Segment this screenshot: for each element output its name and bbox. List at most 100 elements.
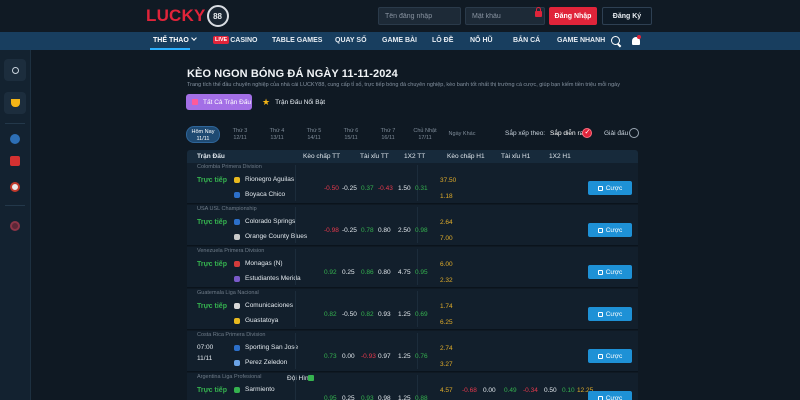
h1-odds-top[interactable]: 37.50: [440, 177, 456, 184]
nav-item-fishing[interactable]: BẮN CÁ: [513, 32, 540, 50]
date-pill[interactable]: Thứ 5 14/11: [297, 126, 331, 143]
bet-icon: [597, 395, 603, 400]
ft-1x2-odds[interactable]: 0.95: [415, 269, 428, 276]
bet-button[interactable]: Cược: [588, 265, 632, 279]
ft-handicap-value[interactable]: -0.98: [324, 227, 339, 234]
date-pill[interactable]: Thứ 4 13/11: [260, 126, 294, 143]
date-pill-today[interactable]: Hôm Nay 11/11: [186, 126, 220, 143]
nav-item-card-games[interactable]: GAME BÀI: [382, 32, 417, 50]
ft-handicap-value[interactable]: 0.73: [324, 353, 337, 360]
bet-button[interactable]: Cược: [588, 349, 632, 363]
sidebar-league-4[interactable]: [4, 215, 26, 237]
home-team[interactable]: Sporting San Jose: [245, 344, 298, 351]
ft-1x2-odds[interactable]: 0.69: [415, 311, 428, 318]
h1-odds-top[interactable]: 1.74: [440, 303, 453, 310]
ft-handicap-value[interactable]: -0.50: [324, 185, 339, 192]
away-team[interactable]: Orange County Blues: [245, 233, 307, 240]
date-pill[interactable]: Thứ 3 12/11: [223, 126, 257, 143]
sort-league-radio[interactable]: [629, 128, 639, 138]
nav-item-lottery[interactable]: QUAY SỐ: [335, 32, 367, 50]
sidebar-league-2[interactable]: [4, 150, 26, 172]
h1-odds-bottom[interactable]: 1.18: [440, 193, 453, 200]
sidebar-league-3[interactable]: [4, 176, 26, 198]
nav-item-table-games[interactable]: TABLE GAMES: [272, 32, 322, 50]
h1-odds-top[interactable]: 4.57: [440, 387, 453, 394]
login-button[interactable]: Đăng Nhập: [549, 7, 597, 25]
ft-over-under-value[interactable]: 0.93: [361, 395, 374, 400]
ft-1x2-odds[interactable]: 0.98: [415, 227, 428, 234]
away-team[interactable]: Estudiantes Merida: [245, 275, 301, 282]
ft-over-under-value[interactable]: 0.37: [361, 185, 374, 192]
ft-1x2-value[interactable]: 1.50: [398, 185, 411, 192]
league-shield-icon: [10, 156, 20, 166]
sidebar-trophy-button[interactable]: [4, 92, 26, 114]
h1-handicap-value[interactable]: -0.68: [462, 387, 477, 394]
sort-option-league[interactable]: Giải đấu: [604, 130, 628, 137]
password-input[interactable]: [465, 7, 545, 25]
ft-over-under-line: 0.98: [378, 395, 391, 400]
h1-over-under-value[interactable]: 0.49: [504, 387, 517, 394]
ft-handicap-value[interactable]: 0.92: [324, 269, 337, 276]
away-team[interactable]: Boyaca Chico: [245, 191, 285, 198]
h1-odds-top[interactable]: 2.74: [440, 345, 453, 352]
logo[interactable]: LUCKY 88: [146, 4, 229, 28]
ft-over-under-value[interactable]: 0.78: [361, 227, 374, 234]
ft-1x2-value[interactable]: 2.50: [398, 227, 411, 234]
h1-odds-bottom[interactable]: 2.32: [440, 277, 453, 284]
nav-item-casino[interactable]: LIVE CASINO: [213, 32, 257, 50]
date-pill[interactable]: Thứ 6 15/11: [334, 126, 368, 143]
h1-odds-bottom[interactable]: 6.25: [440, 319, 453, 326]
home-team[interactable]: Rionegro Aguilas: [245, 176, 294, 183]
nav-item-quick-games[interactable]: GAME NHANH: [557, 32, 605, 50]
team-crest-icon: [234, 276, 240, 282]
ft-1x2-value[interactable]: 1.25: [398, 311, 411, 318]
all-matches-button[interactable]: Tất Cả Trận Đấu: [186, 94, 252, 110]
h1-1x2-value[interactable]: 0.50: [544, 387, 557, 394]
ft-over-under-value[interactable]: -0.93: [361, 353, 376, 360]
home-team[interactable]: Monagas (N): [245, 260, 283, 267]
username-input[interactable]: [378, 7, 461, 25]
h1-odds-bottom[interactable]: 7.00: [440, 235, 453, 242]
ft-over-under-value[interactable]: 0.82: [361, 311, 374, 318]
h1-odds-top[interactable]: 6.00: [440, 261, 453, 268]
ft-1x2-value[interactable]: 4.75: [398, 269, 411, 276]
sort-upcoming-radio[interactable]: [582, 128, 592, 138]
ft-1x2-value[interactable]: 1.25: [398, 395, 411, 400]
header-ft-handicap: Kèo chấp TT: [303, 153, 341, 160]
h1-odds-bottom[interactable]: 3.27: [440, 361, 453, 368]
bet-button[interactable]: Cược: [588, 307, 632, 321]
h1-odds-top[interactable]: 2.64: [440, 219, 453, 226]
ft-1x2-odds[interactable]: 0.31: [415, 185, 428, 192]
bet-button[interactable]: Cược: [588, 391, 632, 400]
bet-button[interactable]: Cược: [588, 223, 632, 237]
sidebar-league-1[interactable]: [4, 128, 26, 150]
bet-button[interactable]: Cược: [588, 181, 632, 195]
ft-1x2-value[interactable]: 1.25: [398, 353, 411, 360]
ft-over-under-value[interactable]: 0.86: [361, 269, 374, 276]
sidebar-search-button[interactable]: [4, 59, 26, 81]
date-pill[interactable]: Chủ Nhật 17/11: [408, 126, 442, 143]
nav-item-lo-de[interactable]: LÔ ĐỀ: [432, 32, 453, 50]
h1-1x2-odds[interactable]: 0.10: [562, 387, 575, 394]
team-crest-icon: [234, 303, 240, 309]
nav-item-slots[interactable]: NỔ HŨ: [470, 32, 493, 50]
home-team[interactable]: Comunicaciones: [245, 302, 293, 309]
home-team[interactable]: Colorado Springs: [245, 218, 295, 225]
search-icon[interactable]: [611, 36, 620, 45]
date-pill-other[interactable]: Ngày Khác: [445, 126, 479, 143]
sort-option-upcoming[interactable]: Sắp diễn ra: [550, 130, 583, 137]
ft-handicap-value[interactable]: 0.82: [324, 311, 337, 318]
featured-matches-button[interactable]: ★ Trận Đấu Nổi Bật: [256, 94, 326, 110]
ft-1x2-odds[interactable]: 0.76: [415, 353, 428, 360]
away-team[interactable]: Guastatoya: [245, 317, 278, 324]
live-badge: LIVE: [213, 36, 230, 44]
ft-1x2-odds[interactable]: 0.88: [415, 395, 428, 400]
h1-handicap-line: 0.00: [483, 387, 496, 394]
home-team[interactable]: Sarmiento: [245, 386, 275, 393]
date-pill[interactable]: Thứ 7 16/11: [371, 126, 405, 143]
away-team[interactable]: Perez Zeledon: [245, 359, 287, 366]
live-status: Trực tiếp: [197, 387, 227, 394]
ft-handicap-value[interactable]: 0.95: [324, 395, 337, 400]
register-button[interactable]: Đăng Ký: [602, 7, 652, 25]
league-ball-icon: [10, 182, 20, 192]
